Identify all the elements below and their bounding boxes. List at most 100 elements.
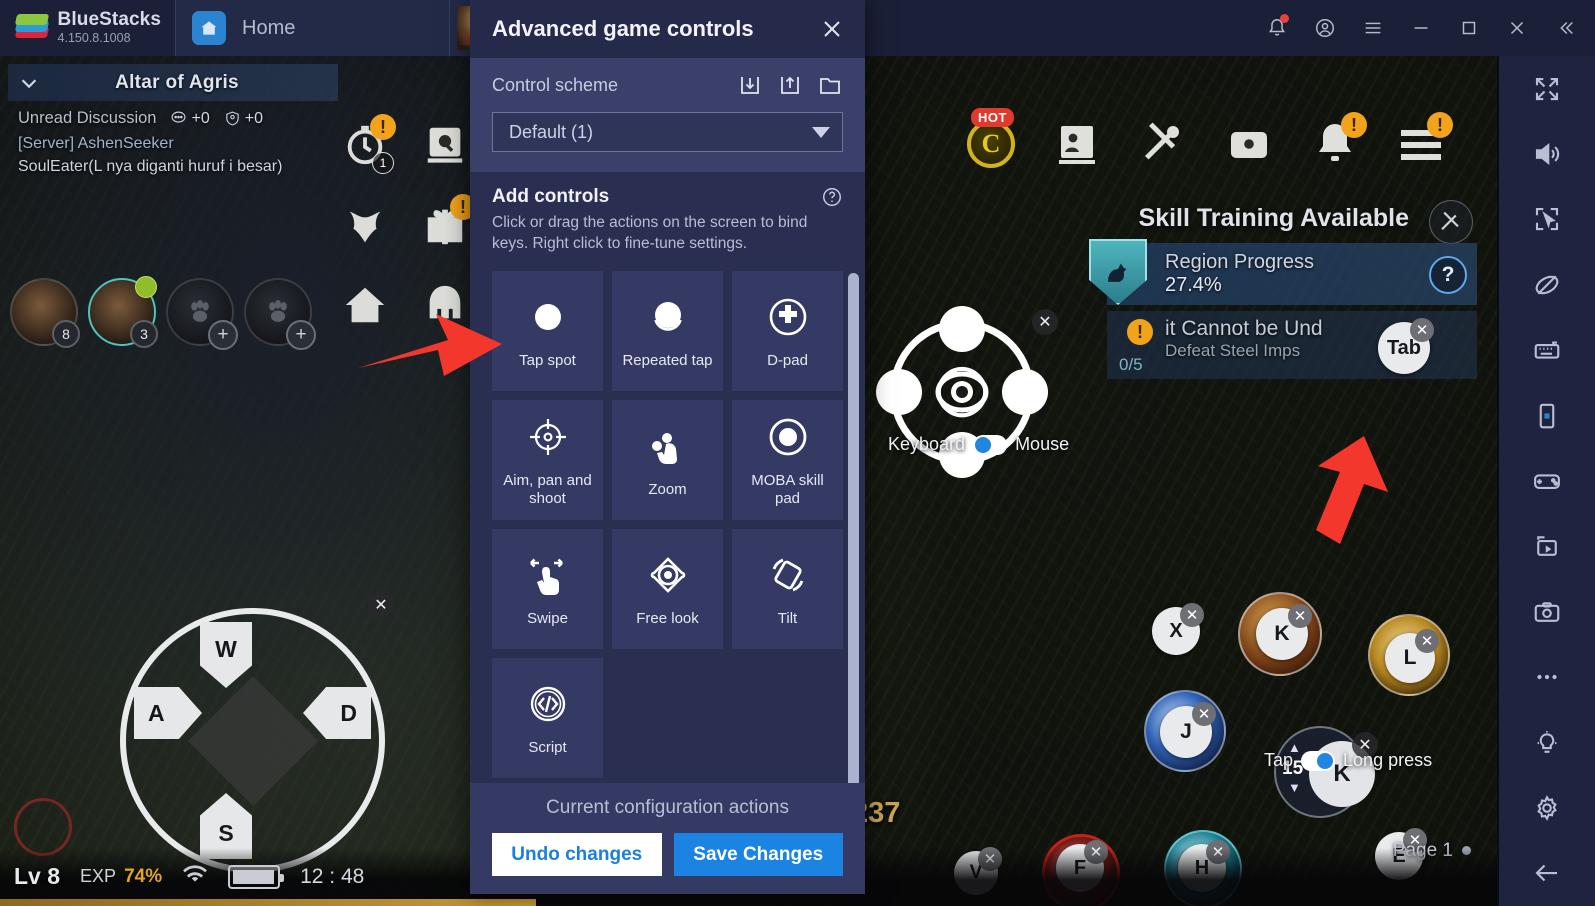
sidebar-item-macro-record[interactable] [1498, 514, 1595, 579]
party-add-icon[interactable]: + [286, 320, 316, 350]
skill-training-button[interactable] [1429, 200, 1473, 244]
home-button[interactable] [338, 278, 392, 332]
control-card-aim-pan-shoot[interactable]: Aim, pan and shoot [492, 399, 603, 520]
overlay-key-tab[interactable]: Tab ✕ [1378, 318, 1434, 374]
control-card-swipe[interactable]: Swipe [492, 528, 603, 649]
settings-gear-icon [1537, 795, 1557, 821]
maximize-icon[interactable] [1445, 0, 1493, 56]
free-look-icon [650, 557, 685, 593]
dialog-scrollbar-thumb[interactable] [848, 272, 859, 783]
region-progress-bar[interactable]: Region Progress 27.4% ? [1089, 239, 1477, 305]
sidebar-item-more[interactable] [1498, 645, 1595, 710]
party-empty-slot-1[interactable]: + [166, 278, 238, 350]
chat-channel-header[interactable]: Altar of Agris [8, 64, 338, 101]
sidebar-item-settings[interactable] [1498, 775, 1595, 840]
toggle-label-tap: Tap [1264, 750, 1294, 770]
party-empty-slot-2[interactable]: + [244, 278, 316, 350]
app-name: BlueStacks [57, 9, 161, 31]
control-card-repeated-tap[interactable]: Repeated tap [612, 270, 723, 391]
hot-event-button[interactable]: C HOT [963, 108, 1019, 172]
tab-home[interactable]: Home [175, 0, 450, 56]
arena-button[interactable] [418, 278, 472, 332]
region-help-button[interactable]: ? [1429, 256, 1467, 294]
sidebar-item-device-layout[interactable] [1498, 383, 1595, 448]
wasd-remove-icon[interactable]: ✕ [368, 592, 394, 618]
bag-button[interactable] [1221, 116, 1277, 172]
chevron-down-icon[interactable] [18, 72, 40, 94]
overlay-key-k[interactable]: K ✕ [1256, 604, 1312, 660]
overlay-key-j[interactable]: J ✕ [1160, 702, 1216, 758]
notifications-button[interactable]: ! [1307, 112, 1367, 172]
close-icon[interactable] [1493, 0, 1541, 56]
party-slot-1[interactable]: 8 [10, 278, 80, 348]
wasd-dpad-overlay[interactable]: W A D S [120, 608, 385, 873]
toggle-label-mouse: Mouse [1015, 434, 1070, 454]
remove-icon[interactable]: ✕ [1192, 702, 1216, 726]
party-add-icon[interactable]: + [208, 320, 238, 350]
sidebar-item-gamepad[interactable] [1498, 448, 1595, 513]
add-controls-help-button[interactable] [821, 186, 843, 208]
pad-dot-left[interactable] [876, 369, 922, 415]
control-card-tap-spot[interactable]: Tap spot [492, 270, 603, 391]
undo-changes-button[interactable]: Undo changes [492, 833, 662, 876]
overlay-key-l[interactable]: L ✕ [1385, 629, 1439, 683]
sidebar-item-screenshot[interactable] [1498, 579, 1595, 644]
remove-icon[interactable]: ✕ [1180, 603, 1204, 627]
remove-icon[interactable]: ✕ [1410, 318, 1434, 342]
import-scheme-button[interactable] [737, 72, 763, 98]
control-card-zoom[interactable]: Zoom [612, 399, 723, 520]
game-icon-row-1: ! 1 [338, 114, 478, 174]
tap-longpress-toggle[interactable] [1301, 750, 1336, 771]
pad-dot-right[interactable] [1002, 369, 1048, 415]
dialog-close-button[interactable] [815, 12, 849, 46]
timer-button[interactable]: ! 1 [338, 114, 396, 174]
control-scheme-section: Control scheme Default (1) [470, 58, 865, 172]
gift-button[interactable]: ! [418, 194, 476, 252]
export-scheme-button[interactable] [777, 72, 803, 98]
sidebar-item-back[interactable] [1498, 841, 1595, 906]
notifications-bell-icon[interactable] [1253, 0, 1301, 56]
character-button[interactable] [1049, 116, 1105, 172]
control-card-moba-skill-pad[interactable]: MOBA skill pad [732, 399, 843, 520]
character-card-icon [1059, 126, 1095, 164]
party-slot-2[interactable]: 3 [88, 276, 158, 348]
control-card-d-pad[interactable]: D-pad [732, 270, 843, 391]
chat-panel: Altar of Agris Unread Discussion +0 +0 [… [8, 64, 338, 176]
control-card-tilt[interactable]: Tilt [732, 528, 843, 649]
game-icon-row-2: ! [338, 194, 478, 252]
sidebar-item-cursor-capture[interactable] [1498, 187, 1595, 252]
repeated-tap-icon [653, 301, 682, 331]
sidebar-item-brightness[interactable] [1498, 710, 1595, 775]
sidebar-item-volume[interactable] [1498, 121, 1595, 186]
overlay-key-x-label: X [1169, 619, 1183, 642]
pad-dot-up[interactable] [939, 306, 985, 352]
menu-button[interactable]: ! [1393, 112, 1453, 172]
stepper-down-icon[interactable]: ▼ [1288, 780, 1301, 795]
minimize-icon[interactable] [1397, 0, 1445, 56]
sidebar-item-rotate-lock[interactable] [1498, 252, 1595, 317]
sidebar-item-fullscreen[interactable] [1498, 56, 1595, 121]
save-changes-button[interactable]: Save Changes [673, 833, 843, 876]
open-folder-button[interactable] [817, 72, 843, 98]
free-look-remove-icon[interactable]: ✕ [1032, 309, 1058, 335]
guild-button[interactable] [338, 198, 392, 252]
overlay-key-x[interactable]: X ✕ [1152, 603, 1204, 655]
control-scheme-actions [737, 72, 843, 98]
menu-icon[interactable] [1349, 0, 1397, 56]
quest-alert-badge: ! [1127, 319, 1153, 345]
account-icon[interactable] [1301, 0, 1349, 56]
script-icon [530, 686, 565, 722]
remove-icon[interactable]: ✕ [1415, 629, 1439, 653]
collapse-icon[interactable] [1541, 0, 1589, 56]
remove-icon[interactable]: ✕ [1288, 604, 1312, 628]
clock: 12 : 48 [300, 864, 365, 888]
crafting-button[interactable] [1135, 116, 1191, 172]
sidebar-item-keyboard-controls[interactable] [1498, 318, 1595, 383]
codex-search-button[interactable] [418, 118, 472, 172]
chat-message-count: +0 [170, 110, 210, 128]
keyboard-mouse-toggle[interactable] [973, 434, 1008, 455]
control-scheme-select[interactable]: Default (1) [492, 112, 843, 152]
control-card-script[interactable]: Script [492, 657, 603, 778]
control-card-free-look[interactable]: Free look [612, 528, 723, 649]
device-layout-icon [1539, 403, 1555, 428]
